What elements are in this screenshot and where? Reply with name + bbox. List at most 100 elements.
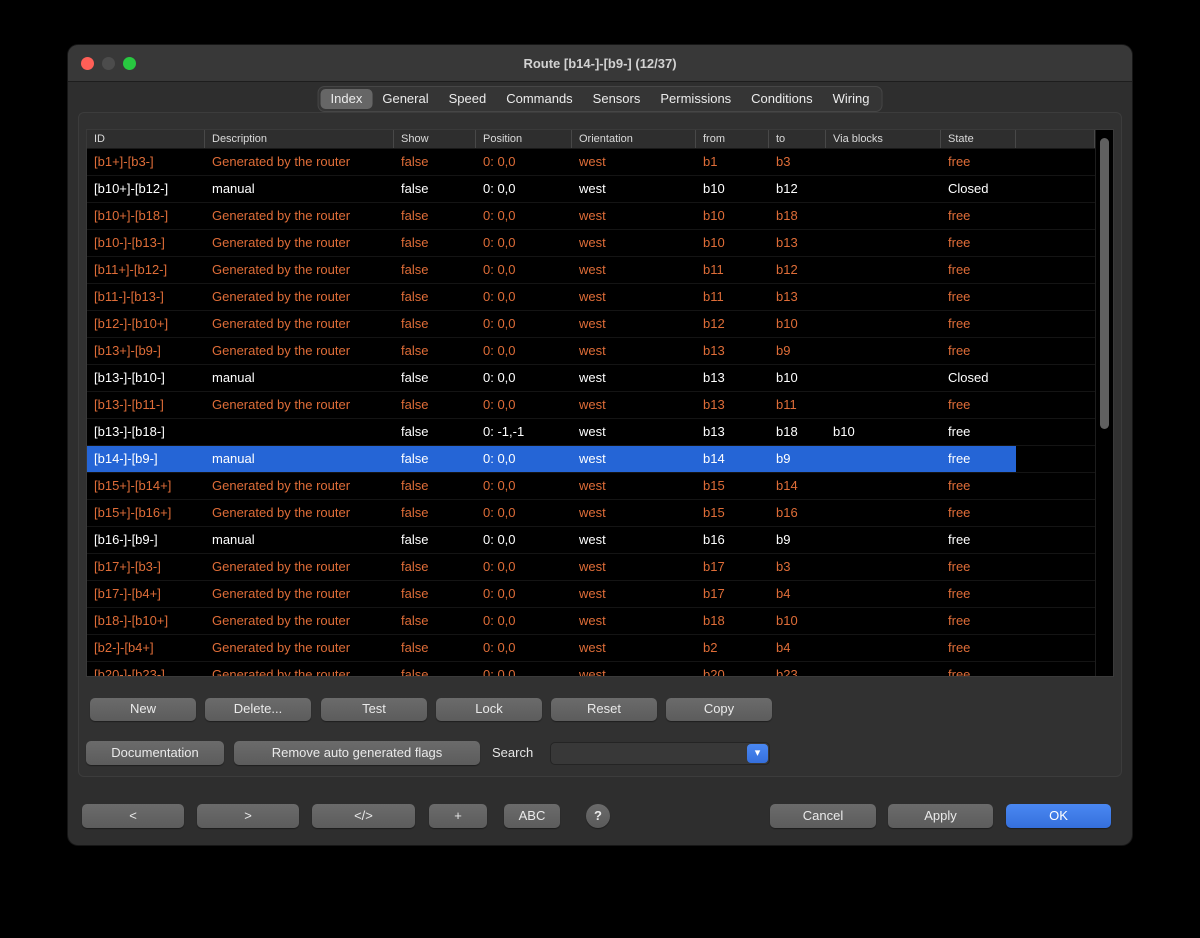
- remove-auto-flags-button[interactable]: Remove auto generated flags: [234, 741, 480, 765]
- lock-button[interactable]: Lock: [436, 698, 542, 721]
- cell-position: 0: 0,0: [476, 554, 572, 580]
- table-row[interactable]: [b17+]-[b3-]Generated by the routerfalse…: [87, 554, 1095, 581]
- cell-via: [826, 500, 941, 526]
- close-button[interactable]: [81, 57, 94, 70]
- cell-id: [b13-]-[b18-]: [87, 419, 205, 445]
- column-header-orientation[interactable]: Orientation: [572, 130, 696, 148]
- cell-description: manual: [205, 365, 394, 391]
- cell-description: Generated by the router: [205, 608, 394, 634]
- table-row[interactable]: [b16-]-[b9-]manualfalse0: 0,0westb16b9fr…: [87, 527, 1095, 554]
- table-header-row: IDDescriptionShowPositionOrientationfrom…: [87, 130, 1095, 149]
- cell-state: Closed: [941, 365, 1016, 391]
- table-row[interactable]: [b14-]-[b9-]manualfalse0: 0,0westb14b9fr…: [87, 446, 1095, 473]
- cell-show: false: [394, 365, 476, 391]
- cell-filler: [1016, 527, 1095, 553]
- table-row[interactable]: [b15+]-[b16+]Generated by the routerfals…: [87, 500, 1095, 527]
- table-row[interactable]: [b15+]-[b14+]Generated by the routerfals…: [87, 473, 1095, 500]
- zoom-button[interactable]: [123, 57, 136, 70]
- table-row[interactable]: [b17-]-[b4+]Generated by the routerfalse…: [87, 581, 1095, 608]
- column-header-from[interactable]: from: [696, 130, 769, 148]
- cell-to: b10: [769, 365, 826, 391]
- cell-show: false: [394, 257, 476, 283]
- cell-orientation: west: [572, 176, 696, 202]
- cell-description: Generated by the router: [205, 284, 394, 310]
- cell-from: b13: [696, 338, 769, 364]
- plus-button[interactable]: +: [429, 804, 487, 828]
- table-row[interactable]: [b10+]-[b12-]manualfalse0: 0,0westb10b12…: [87, 176, 1095, 203]
- table-row[interactable]: [b13-]-[b18-]false0: -1,-1westb13b18b10f…: [87, 419, 1095, 446]
- cell-description: Generated by the router: [205, 635, 394, 661]
- cell-description: Generated by the router: [205, 257, 394, 283]
- tab-conditions[interactable]: Conditions: [741, 89, 822, 109]
- reset-button[interactable]: Reset: [551, 698, 657, 721]
- cell-to: b10: [769, 311, 826, 337]
- new-button[interactable]: New: [90, 698, 196, 721]
- table-row[interactable]: [b10-]-[b13-]Generated by the routerfals…: [87, 230, 1095, 257]
- column-header-to[interactable]: to: [769, 130, 826, 148]
- tab-general[interactable]: General: [372, 89, 438, 109]
- cell-from: b17: [696, 554, 769, 580]
- cell-via: [826, 311, 941, 337]
- vertical-scrollbar[interactable]: [1095, 130, 1113, 676]
- tab-index[interactable]: Index: [321, 89, 373, 109]
- minimize-button[interactable]: [102, 57, 115, 70]
- scrollbar-thumb[interactable]: [1100, 138, 1109, 429]
- table-row[interactable]: [b20-]-[b23-]Generated by the routerfals…: [87, 662, 1095, 676]
- cell-position: 0: 0,0: [476, 284, 572, 310]
- cell-via: [826, 392, 941, 418]
- cell-state: free: [941, 446, 1016, 472]
- tab-commands[interactable]: Commands: [496, 89, 582, 109]
- help-button[interactable]: ?: [586, 804, 610, 828]
- apply-button[interactable]: Apply: [888, 804, 993, 828]
- cancel-button[interactable]: Cancel: [770, 804, 876, 828]
- table-row[interactable]: [b11-]-[b13-]Generated by the routerfals…: [87, 284, 1095, 311]
- tab-sensors[interactable]: Sensors: [583, 89, 651, 109]
- cell-to: b11: [769, 392, 826, 418]
- table-row[interactable]: [b13+]-[b9-]Generated by the routerfalse…: [87, 338, 1095, 365]
- combobox-dropdown-cap[interactable]: ▾: [747, 744, 768, 763]
- cell-via: [826, 284, 941, 310]
- documentation-button[interactable]: Documentation: [86, 741, 224, 765]
- cell-id: [b17-]-[b4+]: [87, 581, 205, 607]
- table-row[interactable]: [b11+]-[b12-]Generated by the routerfals…: [87, 257, 1095, 284]
- column-header-show[interactable]: Show: [394, 130, 476, 148]
- tab-permissions[interactable]: Permissions: [650, 89, 741, 109]
- cell-position: 0: 0,0: [476, 392, 572, 418]
- cell-orientation: west: [572, 392, 696, 418]
- table-row[interactable]: [b1+]-[b3-]Generated by the routerfalse0…: [87, 149, 1095, 176]
- column-header-description[interactable]: Description: [205, 130, 394, 148]
- column-header-position[interactable]: Position: [476, 130, 572, 148]
- delete-button[interactable]: Delete...: [205, 698, 311, 721]
- tab-speed[interactable]: Speed: [439, 89, 497, 109]
- cell-orientation: west: [572, 527, 696, 553]
- search-combobox[interactable]: ▾: [550, 742, 770, 765]
- cell-description: manual: [205, 527, 394, 553]
- xml-code-button[interactable]: </>: [312, 804, 415, 828]
- prev-button[interactable]: <: [82, 804, 184, 828]
- column-header-id[interactable]: ID: [87, 130, 205, 148]
- column-header-via-blocks[interactable]: Via blocks: [826, 130, 941, 148]
- cell-from: b13: [696, 419, 769, 445]
- tab-wiring[interactable]: Wiring: [823, 89, 880, 109]
- title-bar[interactable]: Route [b14-]-[b9-] (12/37): [68, 45, 1132, 82]
- abc-button[interactable]: ABC: [504, 804, 560, 828]
- table-row[interactable]: [b2-]-[b4+]Generated by the routerfalse0…: [87, 635, 1095, 662]
- column-header-state[interactable]: State: [941, 130, 1016, 148]
- cell-description: Generated by the router: [205, 500, 394, 526]
- table-row[interactable]: [b13-]-[b10-]manualfalse0: 0,0westb13b10…: [87, 365, 1095, 392]
- ok-button[interactable]: OK: [1006, 804, 1111, 828]
- cell-state: free: [941, 635, 1016, 661]
- test-button[interactable]: Test: [321, 698, 427, 721]
- table-body: [b1+]-[b3-]Generated by the routerfalse0…: [87, 149, 1095, 676]
- table-row[interactable]: [b13-]-[b11-]Generated by the routerfals…: [87, 392, 1095, 419]
- cell-from: b10: [696, 230, 769, 256]
- table-row[interactable]: [b10+]-[b18-]Generated by the routerfals…: [87, 203, 1095, 230]
- cell-via: [826, 527, 941, 553]
- cell-to: b9: [769, 338, 826, 364]
- copy-button[interactable]: Copy: [666, 698, 772, 721]
- table-row[interactable]: [b18-]-[b10+]Generated by the routerfals…: [87, 608, 1095, 635]
- next-button[interactable]: >: [197, 804, 299, 828]
- cell-filler: [1016, 230, 1095, 256]
- table-row[interactable]: [b12-]-[b10+]Generated by the routerfals…: [87, 311, 1095, 338]
- route-dialog-window: Route [b14-]-[b9-] (12/37) Index General…: [68, 45, 1132, 845]
